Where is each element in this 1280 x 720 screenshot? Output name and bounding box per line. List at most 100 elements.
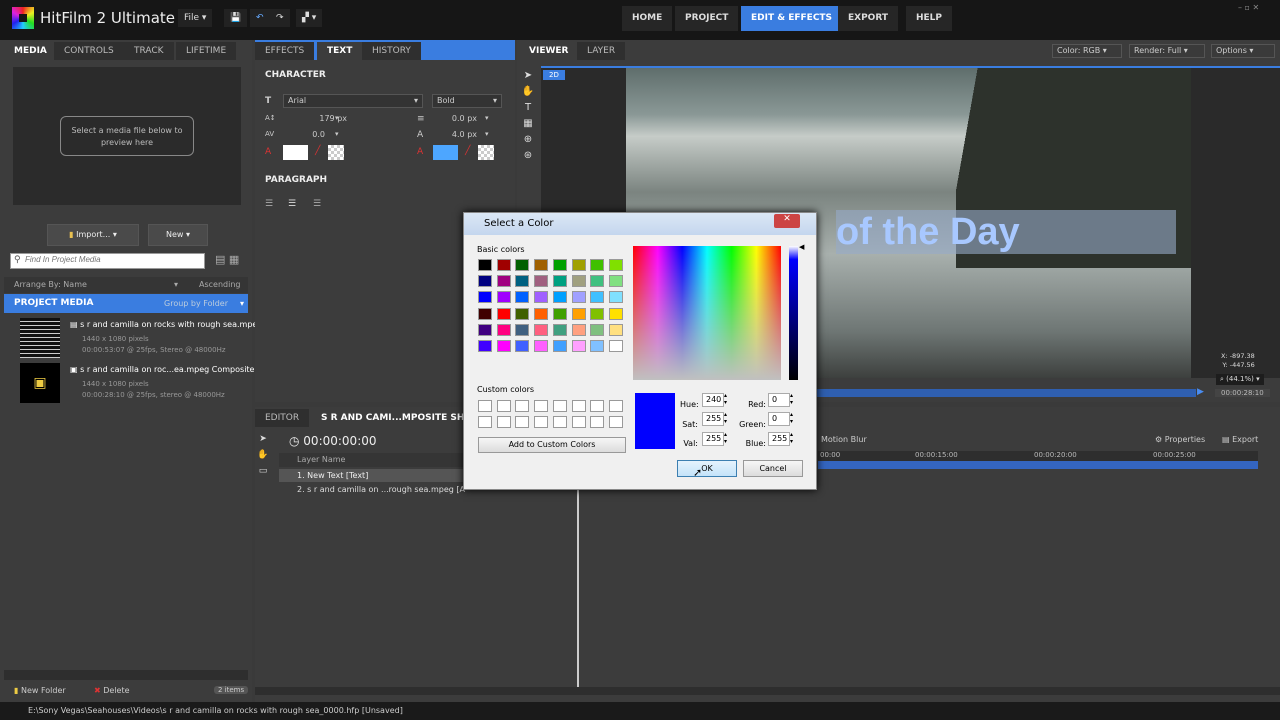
basic-color-swatch[interactable] bbox=[515, 291, 530, 304]
horizontal-scrollbar[interactable] bbox=[4, 670, 248, 680]
layer-row[interactable]: 1. New Text [Text] bbox=[279, 469, 465, 482]
tracking-dropdown[interactable]: ▾ bbox=[335, 130, 339, 138]
timeline-ruler[interactable]: 00:00 00:00:15:00 00:00:20:00 00:00:25:0… bbox=[818, 451, 1258, 461]
color-spectrum[interactable] bbox=[633, 246, 781, 380]
custom-color-swatch[interactable] bbox=[478, 400, 492, 412]
custom-color-swatch[interactable] bbox=[496, 400, 511, 412]
basic-color-swatch[interactable] bbox=[496, 259, 511, 271]
cancel-button[interactable]: Cancel bbox=[743, 460, 803, 477]
basic-color-swatch[interactable] bbox=[534, 323, 549, 336]
basic-color-swatch[interactable] bbox=[515, 307, 530, 320]
export-button[interactable]: ▤ Export bbox=[1222, 435, 1258, 444]
group-by-dropdown[interactable]: Group by Folder bbox=[164, 294, 228, 313]
basic-color-swatch[interactable] bbox=[608, 340, 623, 352]
view-toggle-icons[interactable]: ▤ ▦ bbox=[215, 253, 239, 266]
basic-color-swatch[interactable] bbox=[590, 275, 605, 288]
tab-track[interactable]: TRACK bbox=[124, 42, 174, 60]
tab-text[interactable]: TEXT bbox=[317, 42, 363, 60]
nav-export[interactable]: EXPORT bbox=[838, 6, 898, 31]
text-layer-overlay[interactable]: of the Day bbox=[836, 210, 1176, 254]
red-field[interactable]: 0 bbox=[768, 393, 790, 407]
arrange-by-dropdown[interactable]: Arrange By: Name ▾ Ascending bbox=[4, 277, 248, 293]
green-field[interactable]: 0 bbox=[768, 412, 790, 426]
basic-color-swatch[interactable] bbox=[571, 307, 586, 320]
basic-color-swatch[interactable] bbox=[590, 291, 605, 304]
custom-color-swatch[interactable] bbox=[534, 400, 549, 412]
play-icon[interactable]: ▶ bbox=[1197, 387, 1204, 397]
redo-icon[interactable]: ↷ bbox=[270, 9, 290, 27]
basic-color-swatch[interactable] bbox=[571, 340, 586, 352]
basic-color-swatch[interactable] bbox=[571, 291, 586, 304]
custom-color-swatch[interactable] bbox=[608, 416, 623, 428]
basic-color-swatch[interactable] bbox=[590, 323, 605, 336]
basic-color-swatch[interactable] bbox=[515, 275, 530, 288]
2d-badge[interactable]: 2D bbox=[543, 70, 565, 80]
tools-dropdown-icon[interactable]: ▞ ▾ bbox=[296, 9, 323, 27]
basic-color-swatch[interactable] bbox=[608, 307, 623, 320]
timecode[interactable]: ◷ 00:00:00:00 bbox=[289, 434, 377, 448]
custom-color-swatch[interactable] bbox=[515, 400, 530, 412]
basic-color-swatch[interactable] bbox=[515, 259, 530, 271]
import-button[interactable]: ▮ Import... ▾ bbox=[47, 224, 139, 246]
transparent-swatch[interactable] bbox=[478, 145, 494, 160]
stroke-field[interactable]: 4.0 px bbox=[447, 130, 477, 139]
custom-color-swatch[interactable] bbox=[534, 416, 549, 428]
leading-field[interactable]: 0.0 px bbox=[447, 114, 477, 123]
val-field[interactable]: 255 bbox=[702, 432, 724, 446]
nav-edit-effects[interactable]: EDIT & EFFECTS bbox=[741, 6, 843, 31]
align-center-icon[interactable]: ☰ bbox=[288, 199, 296, 209]
text-layer-bar[interactable] bbox=[818, 461, 1258, 469]
nav-home[interactable]: HOME bbox=[622, 6, 673, 31]
val-spinner[interactable]: ▴ ▾ bbox=[724, 431, 727, 445]
timeline-scrollbar[interactable] bbox=[255, 687, 1280, 695]
basic-color-swatch[interactable] bbox=[478, 323, 492, 336]
undo-icon[interactable]: ↶ bbox=[250, 9, 270, 27]
basic-color-swatch[interactable] bbox=[478, 259, 492, 271]
file-menu[interactable]: File ▾ bbox=[178, 9, 213, 27]
eyedropper-icon[interactable]: ╱ bbox=[315, 146, 320, 156]
transparent-swatch[interactable] bbox=[328, 145, 344, 160]
viewer-toolbar[interactable]: ➤ ✋ T ▦ ⊕ ⊛ bbox=[517, 66, 539, 186]
stroke-color-swatch[interactable] bbox=[433, 145, 458, 160]
basic-color-swatch[interactable] bbox=[496, 323, 511, 336]
red-spinner[interactable]: ▴ ▾ bbox=[790, 392, 793, 406]
basic-color-swatch[interactable] bbox=[534, 307, 549, 320]
basic-color-swatch[interactable] bbox=[590, 307, 605, 320]
basic-color-swatch[interactable] bbox=[496, 340, 511, 352]
leading-dropdown[interactable]: ▾ bbox=[485, 114, 489, 122]
custom-color-swatch[interactable] bbox=[571, 400, 586, 412]
luminance-arrow-icon[interactable]: ◀ bbox=[799, 243, 804, 251]
basic-color-swatch[interactable] bbox=[534, 291, 549, 304]
basic-color-swatch[interactable] bbox=[590, 259, 605, 271]
stroke-dropdown[interactable]: ▾ bbox=[485, 130, 489, 138]
tab-composite-shot[interactable]: S R AND CAMI...MPOSITE SHOT bbox=[311, 409, 489, 427]
tab-lifetime[interactable]: LIFETIME bbox=[176, 42, 237, 60]
layer-row[interactable]: 2. s r and camilla on ...rough sea.mpeg … bbox=[279, 483, 465, 496]
basic-color-swatch[interactable] bbox=[515, 340, 530, 352]
basic-color-swatch[interactable] bbox=[478, 307, 492, 320]
basic-color-swatch[interactable] bbox=[496, 307, 511, 320]
basic-color-swatch[interactable] bbox=[608, 291, 623, 304]
basic-color-swatch[interactable] bbox=[608, 323, 623, 336]
zoom-dropdown[interactable]: ⌕ (44.1%) ▾ bbox=[1216, 374, 1264, 385]
size-dropdown[interactable]: ▾ bbox=[335, 114, 339, 122]
window-controls[interactable]: – ▫ ✕ bbox=[1238, 3, 1259, 12]
custom-color-swatch[interactable] bbox=[590, 416, 605, 428]
search-box[interactable]: ⚲ bbox=[10, 253, 205, 269]
nav-project[interactable]: PROJECT bbox=[675, 6, 739, 31]
custom-color-swatch[interactable] bbox=[590, 400, 605, 412]
basic-color-swatch[interactable] bbox=[534, 259, 549, 271]
blue-spinner[interactable]: ▴ ▾ bbox=[790, 431, 793, 445]
green-spinner[interactable]: ▴ ▾ bbox=[790, 411, 793, 425]
blue-field[interactable]: 255 bbox=[768, 432, 790, 446]
playhead[interactable] bbox=[577, 467, 579, 687]
custom-color-swatch[interactable] bbox=[496, 416, 511, 428]
custom-color-swatch[interactable] bbox=[552, 400, 567, 412]
basic-color-swatch[interactable] bbox=[552, 259, 567, 271]
new-button[interactable]: New ▾ bbox=[148, 224, 208, 246]
search-input[interactable] bbox=[25, 255, 200, 264]
basic-color-swatch[interactable] bbox=[552, 340, 567, 352]
dialog-title-bar[interactable]: Select a Color bbox=[464, 213, 816, 235]
nav-help[interactable]: HELP bbox=[906, 6, 953, 31]
sat-field[interactable]: 255 bbox=[702, 412, 724, 426]
